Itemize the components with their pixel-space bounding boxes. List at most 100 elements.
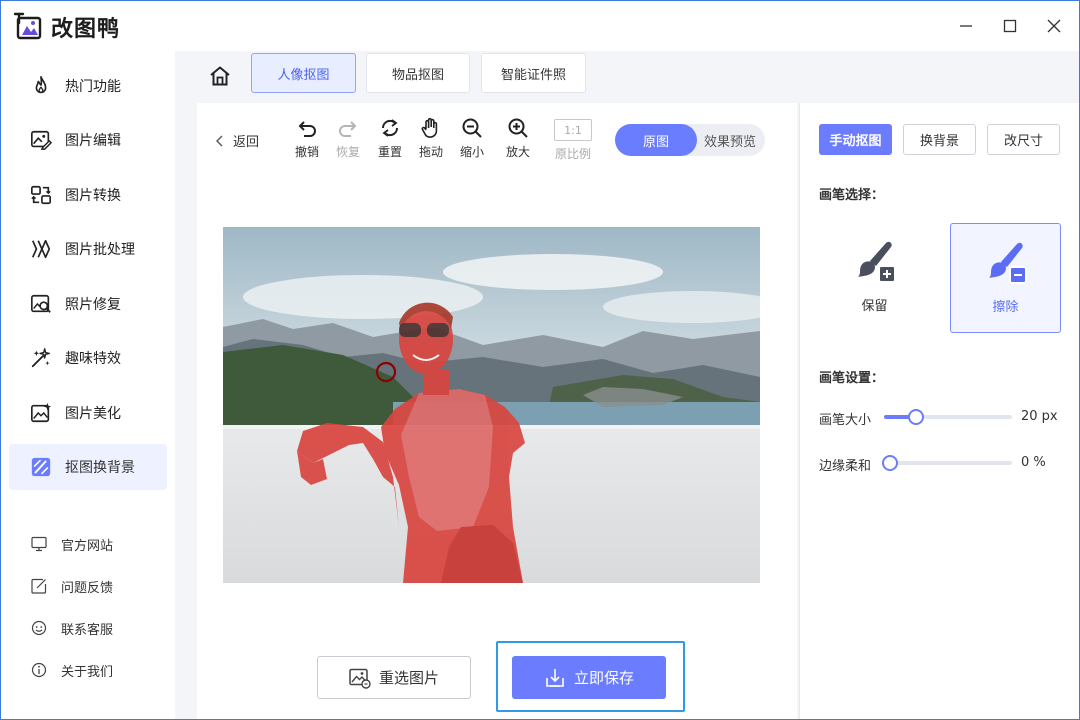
convert-icon: [29, 183, 53, 207]
link-support[interactable]: 联系客服: [31, 616, 113, 640]
brush-size-thumb[interactable]: [907, 409, 924, 425]
sidebar-item-effects[interactable]: 趣味特效: [9, 335, 167, 381]
sidebar-item-label: 照片修复: [65, 297, 121, 313]
hand-icon: [421, 117, 438, 138]
maximize-button[interactable]: [997, 13, 1023, 39]
reset-icon: [381, 119, 399, 137]
zoom-out-button[interactable]: 缩小: [454, 117, 490, 160]
image-icon: [349, 668, 371, 689]
sidebar-item-hot[interactable]: 热门功能: [9, 63, 167, 109]
sidebar-item-label: 图片批处理: [65, 242, 135, 258]
zoom-out-label: 缩小: [459, 145, 484, 159]
undo-icon: [298, 121, 316, 137]
app-title: 改图鸭: [51, 17, 121, 42]
link-label: 官方网站: [61, 538, 114, 554]
zoom-in-label: 放大: [505, 145, 530, 159]
edge-soft-value: 0 %: [1021, 455, 1046, 470]
sidebar-item-label: 图片转换: [65, 188, 121, 204]
beautify-icon: [29, 401, 53, 425]
photo-repair-icon: [29, 292, 53, 316]
brush-erase-option[interactable]: 擦除: [950, 223, 1061, 333]
chevron-left-icon: [216, 135, 223, 146]
ratio-box: 1:1: [554, 119, 592, 141]
save-label: 立即保存: [573, 669, 634, 687]
original-ratio-button[interactable]: 1:1 原比例: [550, 119, 596, 162]
undo-label: 撤销: [294, 145, 319, 159]
back-button[interactable]: 返回: [215, 131, 259, 150]
sidebar-item-photo-repair[interactable]: 照片修复: [9, 281, 167, 327]
brush-keep-option[interactable]: 保留: [819, 223, 930, 333]
sidebar-item-image-edit[interactable]: 图片编辑: [9, 117, 167, 163]
reselect-label: 重选图片: [378, 669, 439, 687]
edge-soft-label: 边缘柔和: [819, 459, 872, 474]
app-logo-icon: [13, 12, 42, 40]
edge-soft-thumb[interactable]: [882, 455, 898, 471]
home-icon: [210, 66, 230, 86]
batch-icon: [29, 237, 53, 261]
view-original-option[interactable]: 原图: [615, 124, 697, 156]
sidebar-item-label: 热门功能: [65, 79, 121, 95]
sidebar-item-label: 图片美化: [65, 406, 121, 422]
redo-label: 恢复: [335, 145, 360, 159]
minimize-icon: [960, 25, 972, 27]
close-icon: [1047, 19, 1061, 33]
link-official-site[interactable]: 官方网站: [31, 532, 113, 556]
undo-button[interactable]: 撤销: [289, 117, 325, 160]
reselect-image-button[interactable]: 重选图片: [317, 656, 471, 699]
brush-remove-icon: [988, 242, 1027, 284]
title-bar: 改图鸭: [1, 1, 1079, 51]
zoom-in-button[interactable]: 放大: [500, 117, 536, 160]
save-now-button[interactable]: 立即保存: [512, 656, 666, 699]
image-edit-icon: [29, 128, 53, 152]
link-label: 问题反馈: [61, 580, 114, 596]
app-window: 改图鸭 热门功能 图片编辑 图片转换 图片批处理 照片修复 趣味特效 图片美化 …: [0, 0, 1080, 720]
drag-button[interactable]: 拖动: [413, 117, 449, 160]
sidebar-item-label: 图片编辑: [65, 133, 121, 149]
tab-object-cutout[interactable]: 物品抠图: [366, 53, 470, 93]
link-label: 关于我们: [61, 664, 114, 680]
edit-canvas[interactable]: [223, 227, 760, 583]
flame-icon: [29, 74, 53, 98]
mode-change-background[interactable]: 换背景: [903, 124, 976, 155]
view-toggle: 原图 效果预览: [615, 124, 765, 156]
mode-resize[interactable]: 改尺寸: [987, 124, 1060, 155]
redo-button[interactable]: 恢复: [330, 117, 366, 160]
photo-image: [223, 227, 760, 583]
mode-manual-cutout[interactable]: 手动抠图: [819, 124, 892, 155]
link-feedback[interactable]: 问题反馈: [31, 574, 113, 598]
reset-button[interactable]: 重置: [372, 117, 408, 160]
close-button[interactable]: [1041, 13, 1067, 39]
sidebar: 热门功能 图片编辑 图片转换 图片批处理 照片修复 趣味特效 图片美化 抠图换背…: [1, 51, 175, 719]
zoom-in-icon: [508, 118, 528, 138]
redo-icon: [339, 121, 357, 137]
drag-label: 拖动: [418, 145, 443, 159]
home-button[interactable]: [207, 63, 233, 89]
link-about[interactable]: 关于我们: [31, 658, 113, 682]
brush-size-slider[interactable]: [884, 409, 1012, 425]
brush-add-icon: [857, 241, 896, 283]
sidebar-item-beautify[interactable]: 图片美化: [9, 390, 167, 436]
settings-panel: 手动抠图 换背景 改尺寸 画笔选择： 保留 擦除 画笔设置： 画笔大小 20 p…: [799, 103, 1079, 719]
tabs-row: 人像抠图 物品抠图 智能证件照: [177, 51, 1079, 103]
tab-portrait-cutout[interactable]: 人像抠图: [251, 53, 356, 93]
view-preview-option[interactable]: 效果预览: [695, 124, 765, 156]
sidebar-item-batch[interactable]: 图片批处理: [9, 226, 167, 272]
brush-size-fill: [884, 415, 910, 419]
sidebar-item-convert[interactable]: 图片转换: [9, 172, 167, 218]
sidebar-item-label: 抠图换背景: [65, 460, 135, 476]
zoom-out-icon: [462, 118, 482, 138]
brush-select-title: 画笔选择：: [819, 188, 885, 203]
maximize-icon: [1003, 19, 1017, 33]
canvas-panel: 返回 撤销 恢复 重置 拖动 缩小 放大 1:1 原比例 原图 效果预览 重选图…: [197, 103, 797, 719]
sidebar-item-label: 趣味特效: [65, 351, 121, 367]
tab-id-photo[interactable]: 智能证件照: [481, 53, 586, 93]
edge-soft-slider[interactable]: [882, 455, 1012, 471]
brush-size-value: 20 px: [1021, 409, 1058, 424]
link-label: 联系客服: [61, 622, 114, 638]
download-icon: [546, 668, 564, 687]
sidebar-item-cutout[interactable]: 抠图换背景: [9, 444, 167, 490]
reset-label: 重置: [377, 145, 402, 159]
brush-size-label: 画笔大小: [819, 413, 872, 428]
minimize-button[interactable]: [953, 13, 979, 39]
back-label: 返回: [233, 135, 260, 150]
